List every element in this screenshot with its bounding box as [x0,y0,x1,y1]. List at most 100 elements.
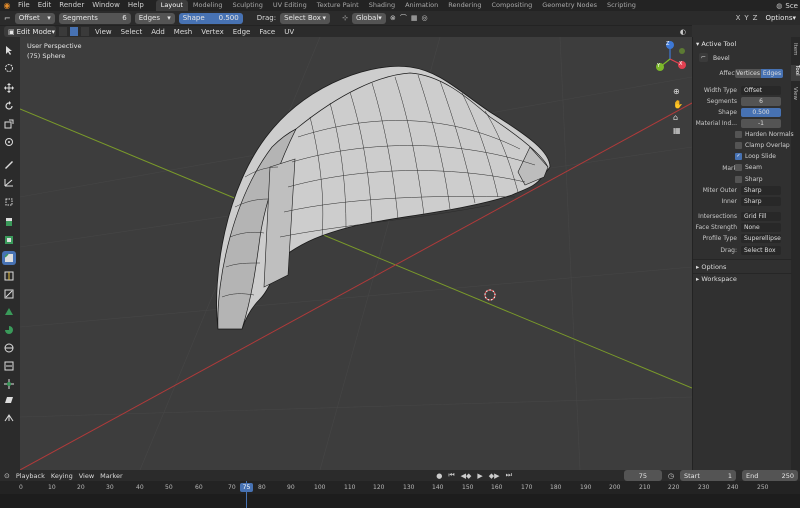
viewport-menu-view[interactable]: View [92,28,115,36]
edge-slide-tool-icon[interactable] [2,359,16,373]
harden-normals-box[interactable] [735,131,742,138]
viewport-menu-select[interactable]: Select [118,28,146,36]
snap-target-icon[interactable]: ▦ [411,14,418,22]
sidebar-tab-item[interactable]: Item [792,43,798,56]
poly-build-tool-icon[interactable] [2,305,16,319]
affect-vertices-button[interactable]: Vertices [735,69,761,78]
extrude-tool-icon[interactable] [2,215,16,229]
bevel-tool-button-icon[interactable] [2,251,16,265]
perspective-toggle-icon[interactable]: ▦ [673,126,683,135]
end-frame-field[interactable]: End 250 [742,470,798,481]
workspace-tab-shading[interactable]: Shading [364,0,400,11]
menu-edit[interactable]: Edit [34,0,56,11]
vertex-select-icon[interactable] [59,27,67,36]
timeline-menu-view[interactable]: View [79,472,94,480]
workspace-tab-uv-editing[interactable]: UV Editing [268,0,312,11]
camera-view-icon[interactable]: ⌂ [673,113,683,122]
workspace-tab-sculpting[interactable]: Sculpting [227,0,267,11]
3d-viewport[interactable]: User Perspective (75) Sphere Z X Y ⊕ ✋ ⌂… [20,37,692,470]
sharp-box[interactable] [735,176,742,183]
next-keyframe-icon[interactable]: ◆▶ [489,472,500,480]
drag-field-panel[interactable]: Select Box [741,246,781,255]
viewport-menu-add[interactable]: Add [148,28,168,36]
mode-dropdown[interactable]: ▣ Edit Mode ▾ [4,26,56,37]
move-tool-icon[interactable] [2,81,16,95]
segments-field-panel[interactable]: 6 [741,97,781,106]
pivot-icon[interactable]: ⊗ [390,14,396,22]
spin-tool-icon[interactable] [2,323,16,337]
viewport-menu-mesh[interactable]: Mesh [171,28,195,36]
viewport-shading-icon[interactable]: ◐ [680,28,686,36]
viewport-menu-face[interactable]: Face [256,28,278,36]
shrink-fatten-tool-icon[interactable] [2,377,16,391]
workspace-tab-modeling[interactable]: Modeling [188,0,228,11]
shear-tool-icon[interactable] [2,393,16,407]
miter-inner-field[interactable]: Sharp [741,197,781,206]
edge-select-icon[interactable] [70,27,78,36]
cursor-tool-icon[interactable] [2,61,16,75]
mirror-z-icon[interactable]: Z [753,14,758,22]
sidebar-tab-tool[interactable]: Tool [791,65,800,81]
loop-cut-tool-icon[interactable] [2,269,16,283]
workspace-tab-geometry-nodes[interactable]: Geometry Nodes [537,0,602,11]
viewport-menu-edge[interactable]: Edge [230,28,254,36]
jump-end-icon[interactable]: ⏭ [506,471,512,480]
width-type-field[interactable]: Offset [741,86,781,95]
intersections-field[interactable]: Grid Fill [741,212,781,221]
mirror-x-icon[interactable]: X [736,14,741,22]
workspace-tab-rendering[interactable]: Rendering [443,0,486,11]
sidebar-tab-view[interactable]: View [792,87,798,100]
profile-type-field[interactable]: Superellipse [741,234,781,243]
sphere-mesh[interactable] [216,65,551,330]
jump-start-icon[interactable]: ⏮ [448,471,454,480]
drag-dropdown[interactable]: Select Box ▾ [280,12,331,24]
workspace-tab-texture-paint[interactable]: Texture Paint [312,0,364,11]
timeline-frames-area[interactable]: 75 0 10 20 30 40 50 60 70 80 90 100 110 … [0,481,800,508]
options-dropdown[interactable]: Options ▾ [761,13,800,24]
select-box-icon[interactable] [2,43,16,57]
inset-tool-icon[interactable] [2,233,16,247]
face-strength-field[interactable]: None [741,223,781,232]
blender-logo-icon[interactable]: ◉ [0,1,14,10]
material-index-field[interactable]: -1 [741,119,781,128]
seam-box[interactable] [735,164,742,171]
record-icon[interactable]: ● [436,472,442,480]
face-select-icon[interactable] [81,27,89,36]
proportional-edit-icon[interactable]: ◎ [421,14,427,22]
scene-selector[interactable]: Sce [785,2,798,10]
menu-window[interactable]: Window [88,0,124,11]
menu-help[interactable]: Help [124,0,148,11]
3d-cursor[interactable] [484,289,496,301]
add-cube-tool-icon[interactable] [2,195,16,209]
transform-orientation-icon[interactable]: ⊹ [342,14,348,22]
shape-field[interactable]: Shape 0.500 [178,12,243,24]
editor-type-icon[interactable]: ⊙ [4,472,10,480]
timeline-menu-keying[interactable]: Keying [51,472,73,480]
seam-checkbox[interactable]: Seam [735,164,762,171]
menu-file[interactable]: File [14,0,34,11]
mirror-y-icon[interactable]: Y [744,14,748,22]
options-section-header[interactable]: ▸ Options [696,263,726,271]
clock-icon[interactable]: ◷ [668,472,674,480]
timeline-menu-marker[interactable]: Marker [100,472,122,480]
transform-tool-icon[interactable] [2,135,16,149]
play-icon[interactable]: ▶ [477,472,482,480]
miter-outer-field[interactable]: Sharp [741,186,781,195]
pan-hand-icon[interactable]: ✋ [673,100,683,109]
knife-tool-icon[interactable] [2,287,16,301]
shape-field-panel[interactable]: 0.500 [741,108,781,117]
affect-dropdown[interactable]: Edges ▾ [134,12,175,24]
affect-edges-button[interactable]: Edges [761,69,783,78]
measure-tool-icon[interactable] [2,175,16,189]
workspace-tab-layout[interactable]: Layout [155,0,188,11]
viewport-menu-uv[interactable]: UV [281,28,297,36]
loop-slide-checkbox[interactable]: ✓ Loop Slide [735,153,776,160]
timeline-menu-playback[interactable]: Playback [16,472,45,480]
rotate-tool-icon[interactable] [2,99,16,113]
scale-tool-icon[interactable] [2,117,16,131]
playhead-frame-label[interactable]: 75 [240,483,253,492]
annotate-tool-icon[interactable] [2,157,16,171]
width-type-dropdown[interactable]: Offset ▾ [14,12,55,24]
clamp-overlap-box[interactable] [735,142,742,149]
active-tool-section-header[interactable]: ▾ Active Tool [696,40,736,48]
